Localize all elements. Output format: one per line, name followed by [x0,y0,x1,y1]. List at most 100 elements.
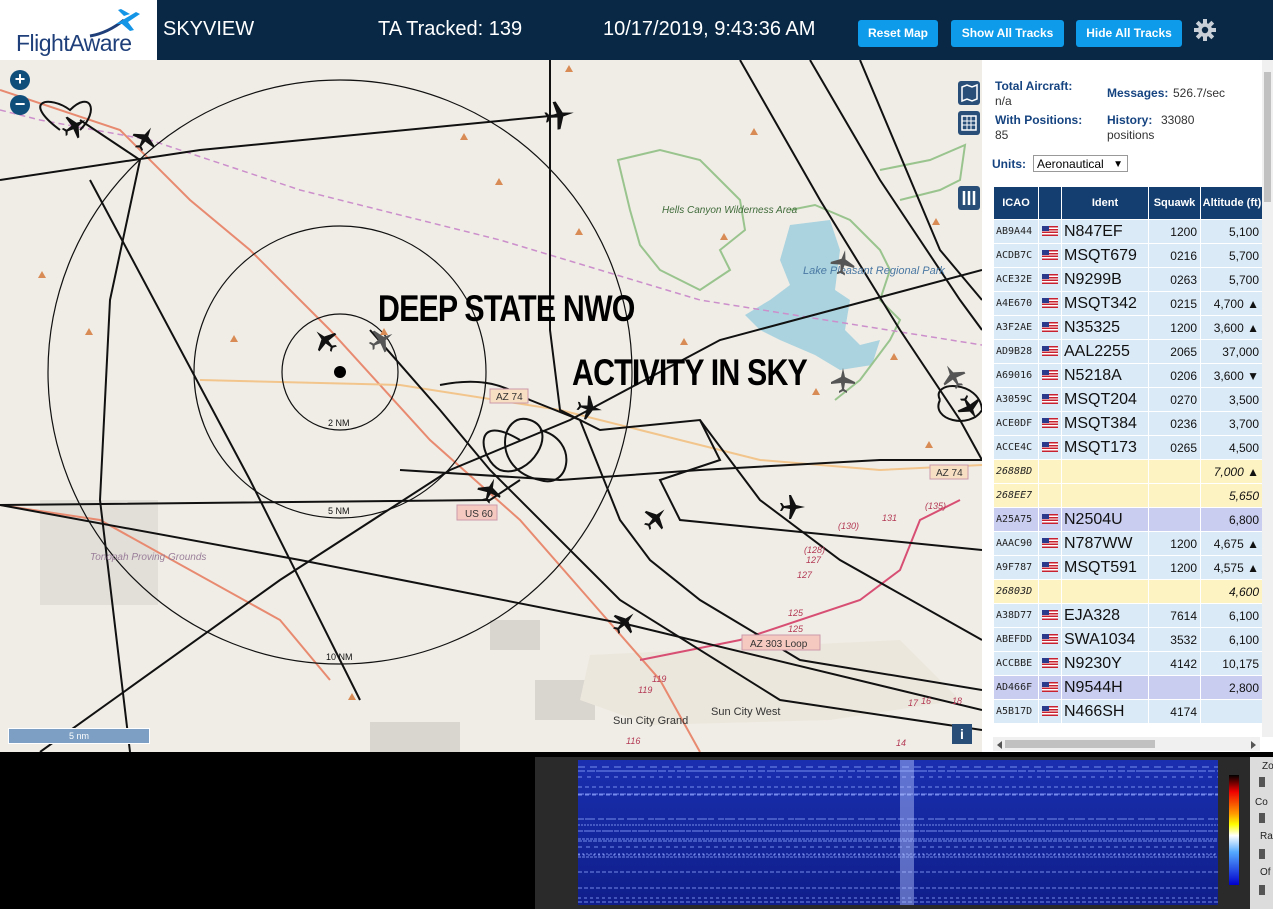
squawk-cell: 1200 [1148,219,1201,244]
route-number: 119 [652,674,666,684]
horizontal-scrollbar[interactable] [993,737,1260,751]
table-row[interactable]: AB9A44 N847EF 1200 5,100 [993,219,1264,244]
flag-cell [1038,699,1062,724]
table-row[interactable]: ACDB7C MSQT679 0216 5,700 [993,243,1264,268]
ring-label: 5 NM [328,506,350,516]
squawk-cell: 4142 [1148,651,1201,676]
overlay-text-line2: ACTIVITY IN SKY [572,352,808,393]
table-row[interactable]: AAAC90 N787WW 1200 4,675 ▲ [993,531,1264,556]
slider-handle[interactable] [1259,849,1265,859]
ring-label: 2 NM [328,418,350,428]
info-button[interactable]: i [952,724,972,744]
table-row[interactable]: A4E670 MSQT342 0215 4,700 ▲ [993,291,1264,316]
us-flag-icon [1042,514,1058,525]
us-flag-icon [1042,250,1058,261]
table-row[interactable]: A3059C MSQT204 0270 3,500 [993,387,1264,412]
scroll-right-icon[interactable] [1251,741,1256,749]
col-ident[interactable]: Ident [1061,186,1149,220]
top-bar: FlightAware SKYVIEW TA Tracked: 139 10/1… [0,0,1273,60]
table-row[interactable]: A5B17D N466SH 4174 [993,699,1264,724]
zoom-in-button[interactable]: + [10,70,30,90]
table-row[interactable]: ACCBBE N9230Y 4142 10,175 [993,651,1264,676]
table-row[interactable]: A9F787 MSQT591 1200 4,575 ▲ [993,555,1264,580]
altitude-cell: 6,800 [1200,507,1264,532]
place-label: Tonopah Proving Grounds [90,552,206,563]
squawk-cell: 2065 [1148,339,1201,364]
flag-cell [1038,531,1062,556]
map-layers-button[interactable] [958,81,980,105]
table-row[interactable]: 2688BD 7,000 ▲ [993,459,1264,484]
toggle-columns-button[interactable] [958,186,980,210]
ident-cell: N5218A [1061,363,1149,388]
table-row[interactable]: ABEFDD SWA1034 3532 6,100 [993,627,1264,652]
squawk-cell: 1200 [1148,531,1201,556]
flag-cell [1038,651,1062,676]
units-select[interactable]: Aeronautical ▼ [1033,155,1128,172]
scale-bar: 5 nm [8,728,150,744]
us-flag-icon [1042,538,1058,549]
table-row[interactable]: ACE32E N9299B 0263 5,700 [993,267,1264,292]
place-label: Lake Pleasant Regional Park [803,265,945,277]
logo-text: FlightAware [16,30,132,56]
with-positions-label: With Positions: [995,113,1083,127]
gear-icon[interactable] [1193,18,1217,42]
hide-all-tracks-button[interactable]: Hide All Tracks [1076,20,1182,47]
icao-cell: A3059C [993,387,1039,412]
messages-value: 526.7/sec [1173,86,1226,100]
squawk-cell [1148,459,1201,484]
ident-cell: N9230Y [1061,651,1149,676]
altitude-cell: 5,650 [1200,483,1264,508]
grid-icon [961,115,977,131]
ident-cell: N847EF [1061,219,1149,244]
table-row[interactable]: AD9B28 AAL2255 2065 37,000 [993,339,1264,364]
table-row[interactable]: A25A75 N2504U 6,800 [993,507,1264,532]
us-flag-icon [1042,322,1058,333]
col-icao[interactable]: ICAO [993,186,1039,220]
table-row[interactable]: AD466F N9544H 2,800 [993,675,1264,700]
scroll-thumb[interactable] [1005,740,1155,748]
scroll-thumb[interactable] [1264,72,1271,202]
table-row[interactable]: ACCE4C MSQT173 0265 4,500 [993,435,1264,460]
icao-cell: ACE0DF [993,411,1039,436]
ident-cell: N9299B [1061,267,1149,292]
ident-cell [1061,459,1149,484]
table-row[interactable]: ACE0DF MSQT384 0236 3,700 [993,411,1264,436]
slider-handle[interactable] [1259,813,1265,823]
table-row[interactable]: A38D77 EJA328 7614 6,100 [993,603,1264,628]
icao-cell: AD9B28 [993,339,1039,364]
squawk-cell: 0270 [1148,387,1201,412]
col-flag[interactable] [1038,186,1062,220]
vertical-scrollbar[interactable] [1262,60,1273,737]
table-row[interactable]: 26803D 4,600 [993,579,1264,604]
table-row[interactable]: A69016 N5218A 0206 3,600 ▼ [993,363,1264,388]
flag-cell [1038,411,1062,436]
flag-cell [1038,267,1062,292]
map-canvas: Hells Canyon Wilderness Area Lake Pleasa… [0,60,982,752]
control-label: Of [1260,867,1271,878]
road-label: AZ 303 Loop [750,639,808,650]
squawk-cell [1148,483,1201,508]
table-row[interactable]: A3F2AE N35325 1200 3,600 ▲ [993,315,1264,340]
slider-handle[interactable] [1259,777,1265,787]
icao-cell: ACDB7C [993,243,1039,268]
show-all-tracks-button[interactable]: Show All Tracks [951,20,1064,47]
squawk-cell: 0215 [1148,291,1201,316]
scroll-left-icon[interactable] [997,741,1002,749]
altitude-cell: 3,600 ▼ [1200,363,1264,388]
squawk-cell: 0216 [1148,243,1201,268]
zoom-out-button[interactable]: − [10,95,30,115]
flag-cell [1038,363,1062,388]
ident-cell: MSQT384 [1061,411,1149,436]
map-view[interactable]: Hells Canyon Wilderness Area Lake Pleasa… [0,60,982,752]
map-grid-button[interactable] [958,111,980,135]
table-row[interactable]: 268EE7 5,650 [993,483,1264,508]
altitude-cell: 4,675 ▲ [1200,531,1264,556]
ident-cell: MSQT591 [1061,555,1149,580]
col-squawk[interactable]: Squawk [1148,186,1201,220]
altitude-cell: 4,575 ▲ [1200,555,1264,580]
flightaware-logo[interactable]: FlightAware [0,0,157,60]
col-altitude[interactable]: Altitude (ft) [1200,186,1264,220]
ident-cell: N787WW [1061,531,1149,556]
slider-handle[interactable] [1259,885,1265,895]
reset-map-button[interactable]: Reset Map [858,20,938,47]
